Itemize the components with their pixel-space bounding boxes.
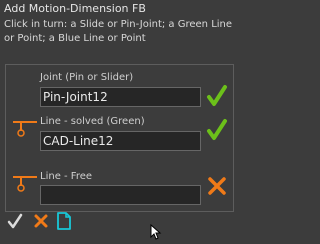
joint-field[interactable]: Pin-Joint12 [40,87,201,107]
check-icon [7,213,23,233]
check-icon [206,118,228,146]
check-icon [206,84,228,112]
new-button[interactable] [55,212,73,234]
new-document-icon [56,212,72,234]
accept-button[interactable] [6,213,24,233]
line-point-icon [12,117,38,141]
cross-icon [33,213,49,233]
dialog-title: Add Motion-Dimension FB [4,2,146,15]
line-solved-label: Line - solved (Green) [40,116,145,127]
joint-label: Joint (Pin or Slider) [40,72,134,83]
cross-icon [207,176,227,200]
line-free-label: Line - Free [40,171,93,182]
line-free-field[interactable] [40,185,201,205]
instructions-text: Click in turn: a Slide or Pin-Joint; a G… [4,19,233,44]
cancel-button[interactable] [32,214,50,232]
mouse-cursor-icon [150,223,162,244]
line-solved-field[interactable]: CAD-Line12 [40,131,201,151]
line-point-icon [12,172,38,196]
